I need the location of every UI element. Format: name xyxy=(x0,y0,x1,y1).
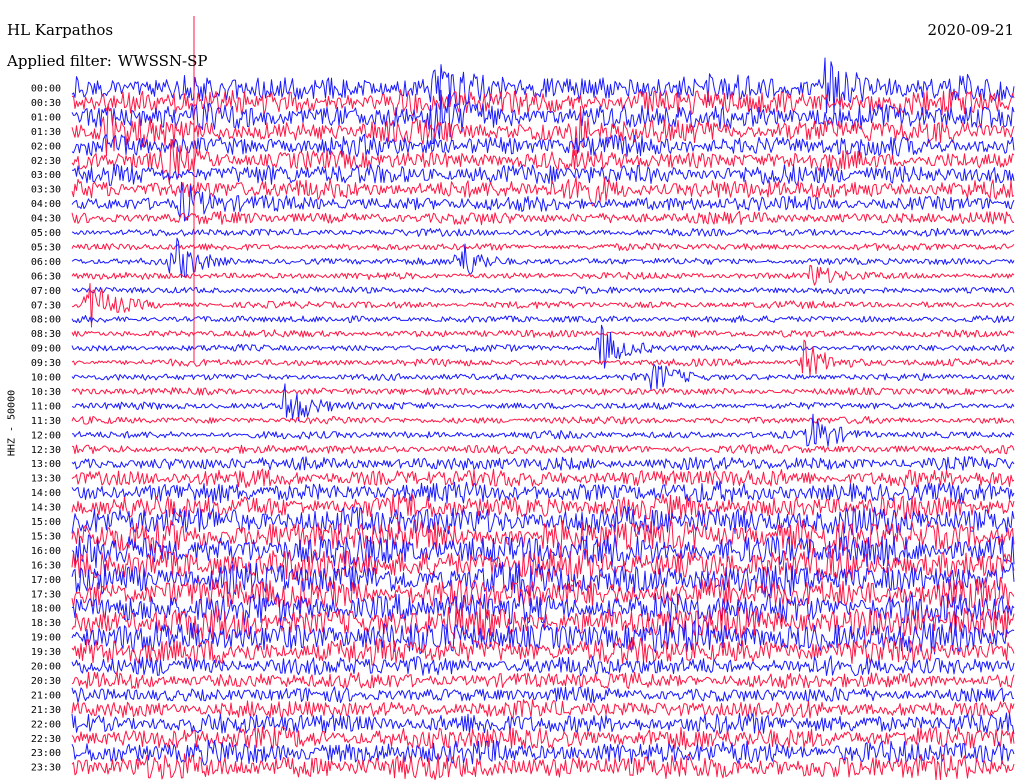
time-label: 11:30 xyxy=(31,416,61,427)
trace-row-1230 xyxy=(71,444,1015,455)
time-label: 07:30 xyxy=(31,300,61,311)
time-label: 14:00 xyxy=(31,488,61,499)
time-label: 23:30 xyxy=(31,763,61,774)
trace-row-0800 xyxy=(71,315,1015,324)
station-title: HL Karpathos xyxy=(7,21,114,39)
trace-row-2330 xyxy=(71,753,1015,780)
trace-row-0700 xyxy=(71,286,1015,295)
time-label: 08:00 xyxy=(31,315,61,326)
helicorder-view: HL Karpathos Applied filter: WWSSN-SP 202… xyxy=(0,0,1024,780)
time-label: 16:30 xyxy=(31,560,61,571)
time-label: 21:00 xyxy=(31,690,61,701)
time-label: 15:30 xyxy=(31,531,61,542)
trace-row-1130 xyxy=(71,415,1015,425)
trace-row-0500 xyxy=(71,227,1015,237)
time-label: 23:00 xyxy=(31,748,61,759)
time-label: 11:00 xyxy=(31,401,61,412)
time-label: 19:00 xyxy=(31,633,61,644)
time-label: 03:30 xyxy=(31,185,61,196)
time-label: 16:00 xyxy=(31,546,61,557)
time-label: 21:30 xyxy=(31,705,61,716)
trace-row-0830 xyxy=(71,329,1015,338)
trace-row-0600 xyxy=(71,237,1015,278)
trace-row-2130 xyxy=(71,699,1015,720)
time-label: 12:30 xyxy=(31,445,61,456)
trace-row-2200 xyxy=(71,712,1015,735)
time-label-group: 00:00 00:30 01:00 01:30 02:00 02:30 03:00 03:30… xyxy=(31,84,61,774)
time-label: 15:00 xyxy=(31,517,61,528)
time-label: 00:30 xyxy=(31,98,61,109)
trace-row-0200 xyxy=(71,133,1015,158)
time-label: 14:30 xyxy=(31,503,61,514)
trace-row-1030 xyxy=(71,387,1015,396)
trace-row-0430 xyxy=(71,210,1015,226)
time-label: 03:00 xyxy=(31,170,61,181)
time-label: 02:30 xyxy=(31,156,61,167)
time-label: 19:30 xyxy=(31,647,61,658)
trace-row-1000 xyxy=(71,363,1015,391)
time-label: 08:30 xyxy=(31,329,61,340)
time-label: 01:00 xyxy=(31,112,61,123)
trace-row-1300 xyxy=(71,456,1015,471)
trace-row-2030 xyxy=(71,671,1015,689)
time-label: 18:00 xyxy=(31,604,61,615)
time-label: 10:00 xyxy=(31,373,61,384)
trace-row-0100 xyxy=(71,89,1015,144)
time-label: 20:00 xyxy=(31,662,61,673)
time-label: 18:30 xyxy=(31,618,61,629)
trace-row-0530 xyxy=(71,242,1015,252)
filter-line: Applied filter: WWSSN-SP xyxy=(7,52,208,70)
date-label: 2020-09-21 xyxy=(927,21,1014,39)
time-label: 07:00 xyxy=(31,286,61,297)
filter-value: WWSSN-SP xyxy=(117,52,208,70)
trace-row-0630 xyxy=(71,264,1015,286)
time-label: 17:30 xyxy=(31,589,61,600)
trace-row-1400 xyxy=(71,480,1015,504)
trace-row-0900 xyxy=(71,324,1015,369)
time-label: 22:30 xyxy=(31,734,61,745)
time-label: 01:30 xyxy=(31,127,61,138)
time-label: 04:30 xyxy=(31,214,61,225)
seismogram-plot: 00:00 00:30 01:00 01:30 02:00 02:30 03:00 03:30… xyxy=(31,16,1015,780)
time-label: 09:00 xyxy=(31,344,61,355)
time-label: 04:00 xyxy=(31,199,61,210)
time-label: 13:30 xyxy=(31,474,61,485)
time-label: 02:00 xyxy=(31,141,61,152)
time-label: 06:30 xyxy=(31,271,61,282)
channel-label: HHZ - 50000 xyxy=(6,389,18,457)
trace-row-0300 xyxy=(71,164,1015,186)
time-label: 09:30 xyxy=(31,358,61,369)
trace-row-2100 xyxy=(71,686,1015,704)
time-label: 00:00 xyxy=(31,84,61,95)
time-label: 13:00 xyxy=(31,459,61,470)
trace-row-1330 xyxy=(71,468,1015,489)
time-label: 12:00 xyxy=(31,430,61,441)
time-label: 17:00 xyxy=(31,575,61,586)
time-label: 22:00 xyxy=(31,719,61,730)
time-label: 05:00 xyxy=(31,228,61,239)
time-label: 10:30 xyxy=(31,387,61,398)
time-label: 05:30 xyxy=(31,242,61,253)
time-label: 20:30 xyxy=(31,676,61,687)
filter-label: Applied filter: xyxy=(7,52,112,70)
trace-group xyxy=(71,57,1015,780)
time-label: 06:00 xyxy=(31,257,61,268)
